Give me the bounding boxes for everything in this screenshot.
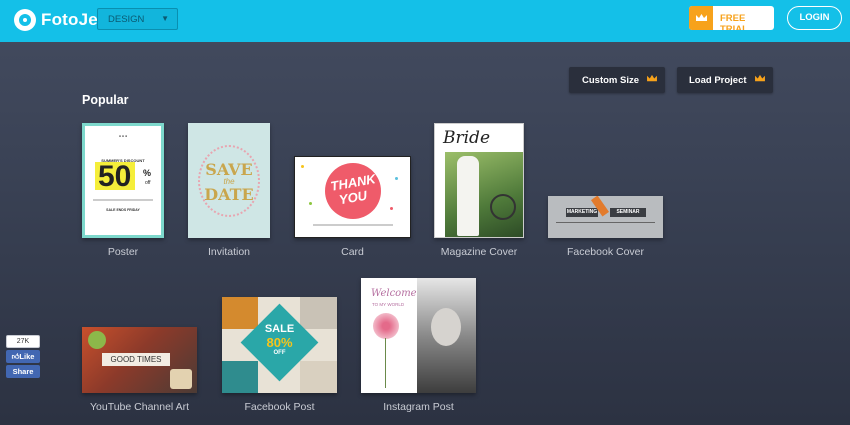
crown-icon [689, 6, 713, 30]
facebook-cover-thumbnail: MARKETING SEMINAR [548, 196, 663, 238]
section-title: Popular [82, 93, 129, 107]
card-thumbnail: THANK YOU [294, 156, 411, 238]
template-label: Invitation [207, 246, 251, 258]
instagram-post-thumbnail: Welcome TO MY WORLD [361, 278, 476, 393]
crown-icon [646, 74, 658, 86]
like-label: Like [19, 352, 35, 361]
logo-text: FotoJet [41, 10, 104, 29]
design-dropdown-label: DESIGN [108, 14, 145, 25]
magazine-cover-thumbnail: Bride [434, 123, 524, 238]
chevron-down-icon: ▼ [161, 14, 169, 23]
facebook-share-button[interactable]: Share [6, 365, 40, 378]
template-label: Card [341, 246, 364, 258]
top-header: FotoJet DESIGN ▼ FREE TRIAL LOGIN [0, 0, 850, 42]
free-trial-button[interactable]: FREE TRIAL [689, 6, 774, 30]
template-label: Facebook Post [244, 401, 315, 413]
custom-size-button[interactable]: Custom Size [569, 67, 665, 93]
free-trial-label: FREE TRIAL [720, 13, 748, 30]
social-widget: 27K 👍︎Like Share [6, 335, 40, 378]
load-project-button[interactable]: Load Project [677, 67, 773, 93]
youtube-channel-art-thumbnail: GOOD TIMES [82, 327, 197, 393]
design-dropdown[interactable]: DESIGN ▼ [97, 8, 178, 30]
load-project-label: Load Project [689, 74, 747, 86]
logo-icon [14, 9, 36, 31]
template-label: Poster [107, 246, 139, 258]
crown-icon [754, 74, 766, 86]
facebook-like-button[interactable]: 👍︎Like [6, 350, 40, 363]
login-button[interactable]: LOGIN [787, 6, 842, 30]
like-count: 27K [6, 335, 40, 348]
template-label: YouTube Channel Art [89, 401, 190, 413]
template-label: Facebook Cover [566, 246, 645, 258]
fotojet-logo[interactable]: FotoJet [14, 9, 104, 31]
template-label: Magazine Cover [440, 246, 518, 258]
custom-size-label: Custom Size [582, 74, 640, 86]
poster-thumbnail: ● ● ● SUMMER'S DISCOUNT 50 % off SALE EN… [82, 123, 164, 238]
invitation-thumbnail: SAVE the DATE [188, 123, 270, 238]
template-label: Instagram Post [383, 401, 454, 413]
facebook-post-thumbnail: SALE 80% OFF [222, 297, 337, 393]
